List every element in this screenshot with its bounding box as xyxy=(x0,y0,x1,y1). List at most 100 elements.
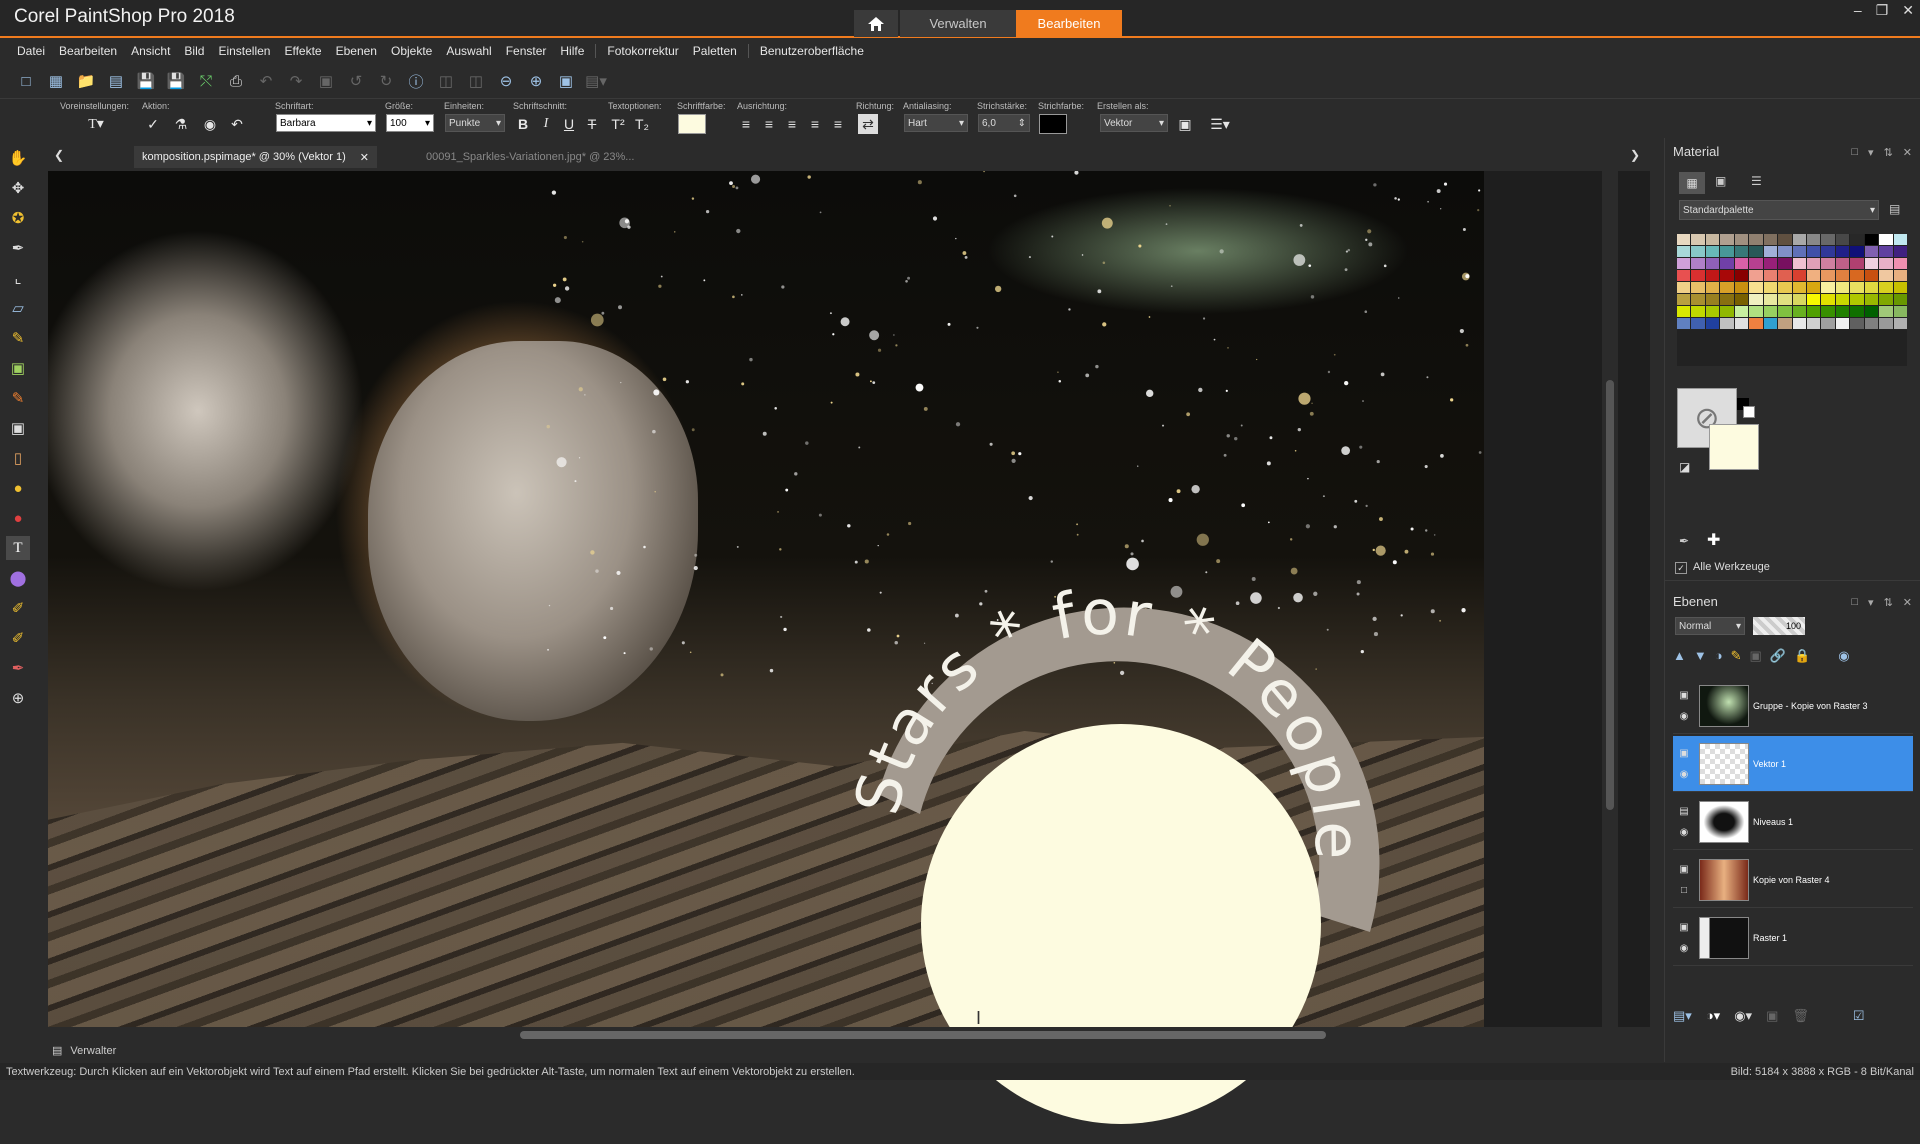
layer-row[interactable]: ▣ ◉ Gruppe - Kopie von Raster 3 xyxy=(1673,678,1913,734)
color-swatch[interactable] xyxy=(1850,294,1864,305)
color-swatch[interactable] xyxy=(1705,294,1720,305)
color-swatch[interactable] xyxy=(1792,246,1806,257)
new-layer-icon[interactable]: ▼ xyxy=(1694,648,1707,670)
color-swatch[interactable] xyxy=(1734,258,1749,269)
open-folder-icon[interactable]: 📁 xyxy=(74,69,98,93)
adjustment-layer-icon[interactable]: ◑ xyxy=(1715,648,1723,670)
color-swatch[interactable] xyxy=(1720,306,1734,317)
fill-tool-icon[interactable]: ● xyxy=(6,476,30,500)
size-select[interactable]: 100 ▾ xyxy=(386,114,434,132)
color-swatch[interactable] xyxy=(1705,318,1720,329)
menu-bearbeiten[interactable]: Bearbeiten xyxy=(52,44,124,58)
color-swatch[interactable] xyxy=(1879,258,1893,269)
color-swatch[interactable] xyxy=(1705,246,1720,257)
color-swatch[interactable] xyxy=(1705,306,1720,317)
color-swatch[interactable] xyxy=(1734,282,1749,293)
create-as-select[interactable]: Vektor ▾ xyxy=(1100,114,1168,132)
background-color-small[interactable] xyxy=(1743,406,1755,418)
share-icon[interactable]: ⤲ xyxy=(194,69,218,93)
color-swatch[interactable] xyxy=(1749,282,1763,293)
color-swatch[interactable] xyxy=(1705,270,1720,281)
paint-brush-icon[interactable]: ✎ xyxy=(6,386,30,410)
color-swatch[interactable] xyxy=(1734,270,1749,281)
color-swatch[interactable] xyxy=(1821,270,1835,281)
menu-icon[interactable]: ▾ xyxy=(1868,146,1874,159)
color-swatch[interactable] xyxy=(1821,282,1835,293)
color-swatch[interactable] xyxy=(1893,246,1907,257)
color-swatch[interactable] xyxy=(1792,270,1806,281)
compare-icon[interactable]: ◫ xyxy=(464,69,488,93)
color-swatch[interactable] xyxy=(1879,234,1893,245)
close-icon[interactable]: ✕ xyxy=(360,151,369,164)
color-swatch[interactable] xyxy=(1806,306,1821,317)
color-swatch[interactable] xyxy=(1720,282,1734,293)
scanner-icon[interactable]: ▤ xyxy=(104,69,128,93)
color-swatch[interactable] xyxy=(1850,246,1864,257)
menu-hilfe[interactable]: Hilfe xyxy=(553,44,591,58)
picture-tube-icon[interactable]: ● xyxy=(6,506,30,530)
color-swatch[interactable] xyxy=(1705,234,1720,245)
layer-style-icon[interactable]: ✎ xyxy=(1731,648,1742,670)
save-as-icon[interactable]: 💾 xyxy=(164,69,188,93)
color-swatch[interactable] xyxy=(1835,258,1850,269)
color-swatch[interactable] xyxy=(1821,294,1835,305)
color-swatch[interactable] xyxy=(1792,306,1806,317)
color-swatch[interactable] xyxy=(1821,306,1835,317)
tab-edit[interactable]: Bearbeiten xyxy=(1016,10,1122,37)
color-swatch[interactable] xyxy=(1677,258,1691,269)
color-swatch[interactable] xyxy=(1734,294,1749,305)
color-swatch[interactable] xyxy=(1879,282,1893,293)
color-swatch[interactable] xyxy=(1705,282,1720,293)
color-swatch[interactable] xyxy=(1792,282,1806,293)
new-group-icon[interactable]: ◉▾ xyxy=(1734,1008,1752,1030)
justify-icon[interactable]: ≡ xyxy=(805,114,825,134)
options-menu-icon[interactable]: ☰▾ xyxy=(1210,114,1230,134)
color-swatch[interactable] xyxy=(1691,294,1705,305)
color-swatch[interactable] xyxy=(1778,234,1792,245)
color-swatch[interactable] xyxy=(1879,318,1893,329)
color-swatch[interactable] xyxy=(1763,258,1778,269)
menu-benutzeroberflaeche[interactable]: Benutzeroberfläche xyxy=(753,44,871,58)
color-swatch[interactable] xyxy=(1850,282,1864,293)
color-swatch[interactable] xyxy=(1763,318,1778,329)
color-swatch[interactable] xyxy=(1850,258,1864,269)
home-button[interactable] xyxy=(854,10,898,37)
close-icon[interactable]: ✕ xyxy=(1903,596,1912,609)
color-swatch[interactable] xyxy=(1749,318,1763,329)
color-swatch[interactable] xyxy=(1792,318,1806,329)
color-swatch[interactable] xyxy=(1778,246,1792,257)
text-preset-icon[interactable]: T▾ xyxy=(86,114,106,134)
color-swatch[interactable] xyxy=(1864,258,1879,269)
color-swatch[interactable] xyxy=(1864,318,1879,329)
redo-history-icon[interactable]: ↻ xyxy=(374,69,398,93)
swap-colors-icon[interactable]: ◪ xyxy=(1679,460,1690,474)
color-swatch[interactable] xyxy=(1893,306,1907,317)
color-swatch[interactable] xyxy=(1677,294,1691,305)
color-swatch[interactable] xyxy=(1850,306,1864,317)
color-swatch[interactable] xyxy=(1821,318,1835,329)
antialias-select[interactable]: Hart ▾ xyxy=(904,114,968,132)
color-swatch[interactable] xyxy=(1778,306,1792,317)
crop-tool-icon[interactable]: ⌞ xyxy=(6,266,30,290)
background-material[interactable] xyxy=(1709,424,1759,470)
menu-einstellen[interactable]: Einstellen xyxy=(211,44,277,58)
font-color-swatch[interactable] xyxy=(678,114,706,134)
clone-tool-icon[interactable]: ▣ xyxy=(6,356,30,380)
font-select[interactable]: Barbara ▾ xyxy=(276,114,376,132)
color-swatch[interactable] xyxy=(1691,258,1705,269)
color-swatch[interactable] xyxy=(1763,270,1778,281)
eraser-tool-icon[interactable]: ▯ xyxy=(6,446,30,470)
chain-icon[interactable]: 🔗 xyxy=(1770,648,1786,670)
color-swatch[interactable] xyxy=(1850,270,1864,281)
tab-scroll-right-icon[interactable]: ❯ xyxy=(1630,148,1640,162)
color-swatch[interactable] xyxy=(1893,318,1907,329)
color-swatch[interactable] xyxy=(1691,234,1705,245)
text-direction-icon[interactable]: ⇄ xyxy=(858,114,878,134)
layer-row[interactable]: ▣ ◉ Raster 1 xyxy=(1673,910,1913,966)
browse-icon[interactable]: ◫ xyxy=(434,69,458,93)
color-swatch[interactable] xyxy=(1893,258,1907,269)
color-swatch[interactable] xyxy=(1691,246,1705,257)
color-swatch[interactable] xyxy=(1691,282,1705,293)
zoom-in-icon[interactable]: ⊕ xyxy=(524,69,548,93)
palette-menu-icon[interactable]: ▤ xyxy=(1889,202,1900,216)
